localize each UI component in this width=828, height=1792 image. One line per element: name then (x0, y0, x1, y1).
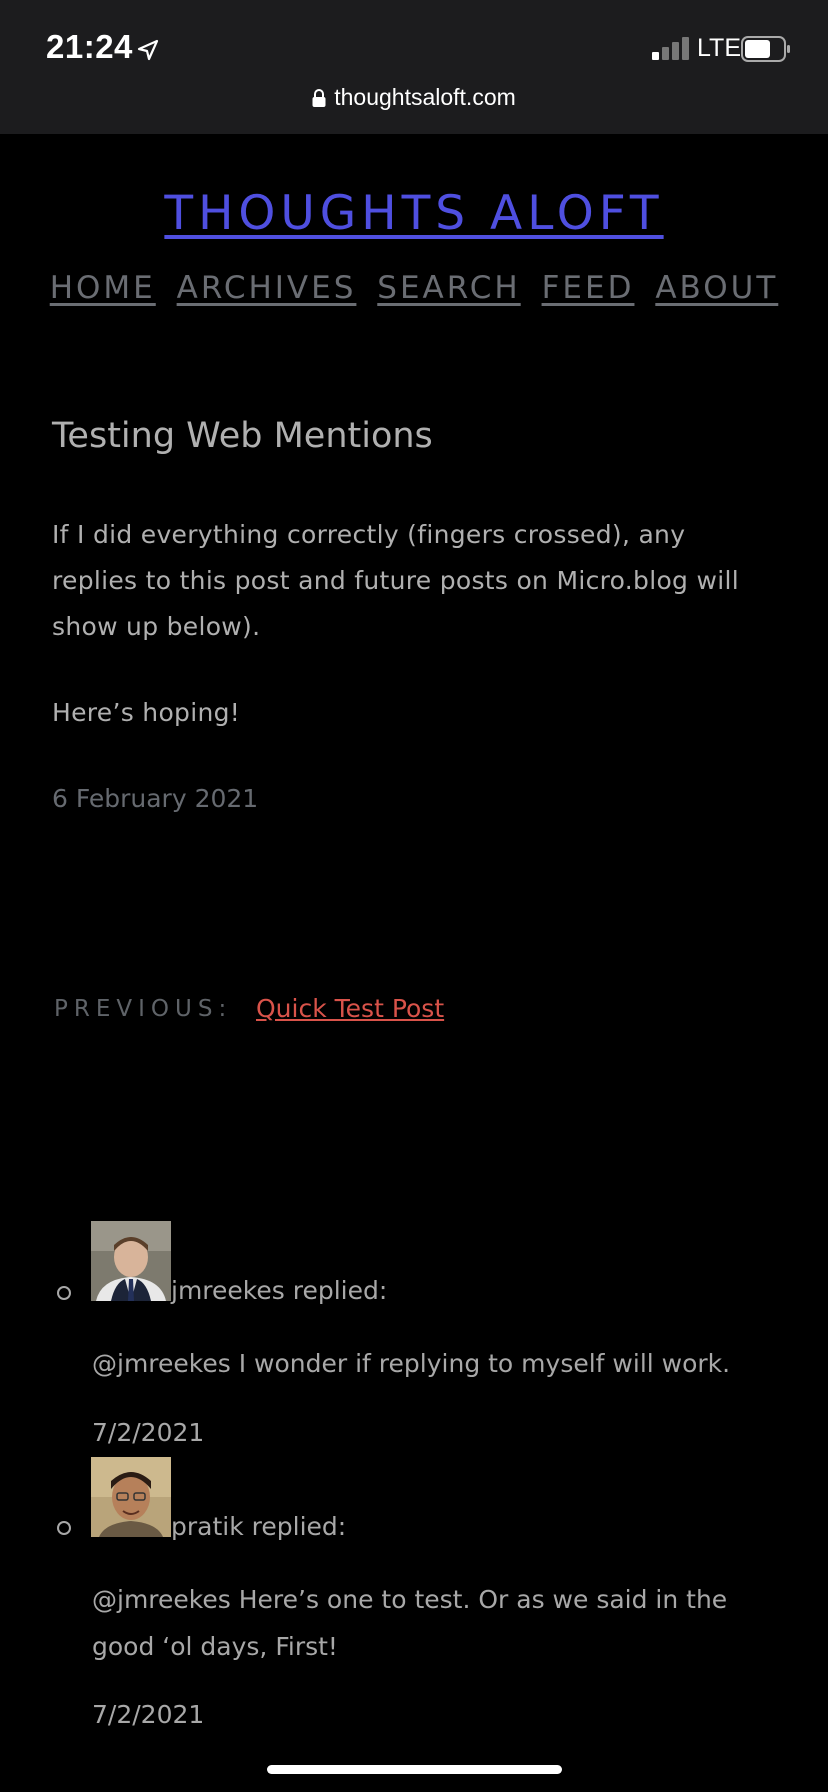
avatar-jmreekes[interactable] (91, 1221, 171, 1301)
network-type: LTE (697, 34, 741, 62)
lock-icon (312, 89, 326, 107)
status-time: 21:24 (46, 28, 133, 65)
previous-label: PREVIOUS: (54, 996, 233, 1022)
main-nav: HOME ARCHIVES SEARCH FEED ABOUT (0, 270, 828, 306)
post-body: If I did everything correctly (fingers c… (52, 512, 772, 776)
cellular-signal-icon (652, 37, 689, 60)
reply-date: 7/2/2021 (92, 1700, 205, 1729)
list-bullet-icon (57, 1521, 71, 1535)
nav-archives[interactable]: ARCHIVES (177, 270, 357, 306)
post-paragraph: If I did everything correctly (fingers c… (52, 520, 739, 641)
reply-author: pratik replied: (171, 1512, 347, 1541)
reply-text: @jmreekes Here’s one to test. Or as we s… (92, 1585, 728, 1661)
nav-feed[interactable]: FEED (542, 270, 635, 306)
address-bar[interactable]: thoughtsaloft.com (0, 84, 828, 111)
status-bar: 21:24 LTE thoughtsaloft.com (0, 0, 828, 134)
location-arrow-icon (137, 39, 159, 61)
post-title: Testing Web Mentions (52, 416, 433, 456)
nav-search[interactable]: SEARCH (377, 270, 520, 306)
previous-post-link[interactable]: Quick Test Post (256, 994, 444, 1023)
post-paragraph: Here’s hoping! (52, 698, 241, 727)
post-date: 6 February 2021 (52, 784, 259, 813)
nav-home[interactable]: HOME (50, 270, 156, 306)
reply-text: @jmreekes I wonder if replying to myself… (92, 1349, 731, 1378)
list-bullet-icon (57, 1286, 71, 1300)
site-title[interactable]: THOUGHTS ALOFT (0, 186, 828, 241)
avatar-pratik[interactable] (91, 1457, 171, 1537)
reply-date: 7/2/2021 (92, 1418, 205, 1447)
battery-icon (741, 36, 790, 62)
nav-about[interactable]: ABOUT (655, 270, 778, 306)
url-text: thoughtsaloft.com (334, 84, 516, 110)
reply-author: jmreekes replied: (171, 1276, 388, 1305)
home-indicator[interactable] (267, 1765, 562, 1774)
